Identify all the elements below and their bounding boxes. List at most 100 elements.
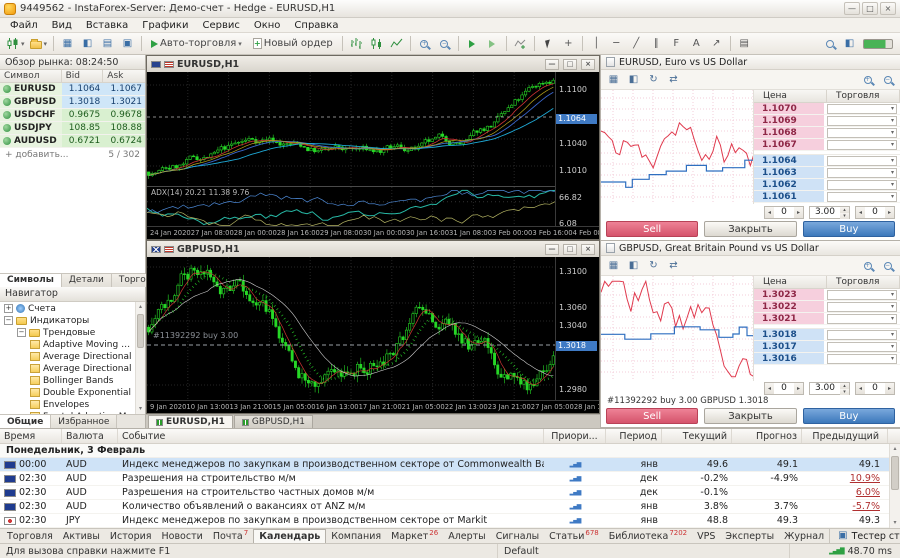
calendar-column-header[interactable]: Событие	[118, 429, 544, 443]
bottom-tab[interactable]: Активы	[58, 529, 105, 543]
calendar-column-header[interactable]: Время	[0, 429, 62, 443]
bottom-tab[interactable]: VPS	[692, 529, 720, 543]
ladder-row[interactable]: 1.3021▾	[754, 313, 900, 325]
spin-increment-icon[interactable]: ▸	[885, 383, 894, 394]
close-button[interactable]: ×	[880, 2, 896, 15]
cursor-button[interactable]	[539, 35, 558, 53]
menu-item[interactable]: Сервис	[195, 20, 246, 31]
calendar-column-header[interactable]: Прогноз	[732, 429, 802, 443]
menu-item[interactable]: Вставка	[79, 20, 135, 31]
status-connection[interactable]: ▂▄▆█ 48.70 ms	[790, 544, 900, 558]
ladder-row[interactable]: 1.3018▾	[754, 329, 900, 341]
market-watch-row[interactable]: EURUSD1.10641.1067	[0, 83, 145, 96]
eurusd-time-axis[interactable]: 24 Jan 202027 Jan 08:0028 Jan 00:0028 Ja…	[147, 226, 599, 239]
tree-item[interactable]: Fractal Adaptive Mo	[0, 411, 145, 415]
expand-toggle-icon[interactable]: −	[4, 316, 13, 325]
symbol-column-header[interactable]: Символ	[0, 70, 62, 82]
tree-item[interactable]: Average Directional	[0, 363, 145, 375]
spin-decrement-icon[interactable]: ◂	[765, 383, 774, 394]
profiles-button[interactable]: ▾	[28, 35, 50, 53]
eurusd-chart-titlebar[interactable]: EURUSD,H1 — □ ×	[147, 56, 599, 72]
volume-combo[interactable]: ▾	[827, 354, 897, 364]
calendar-row[interactable]: 02:30AUDКоличество объявлений о вакансия…	[0, 500, 900, 514]
scroll-down-icon[interactable]: ▾	[890, 518, 900, 528]
ladder-row[interactable]: 1.1062▾	[754, 179, 900, 191]
search-button[interactable]	[820, 35, 839, 53]
chart-minimize-button[interactable]: —	[545, 59, 559, 70]
bottom-tab[interactable]: История	[105, 529, 157, 543]
objects-list-button[interactable]: ▤	[735, 35, 754, 53]
chart-maximize-button[interactable]: □	[563, 59, 577, 70]
tree-item[interactable]: Adaptive Moving Ave	[0, 339, 145, 351]
tree-item[interactable]: Bollinger Bands	[0, 375, 145, 387]
expand-toggle-icon[interactable]: −	[17, 328, 26, 337]
autotrade-button[interactable]: Авто-торговля▾	[146, 35, 247, 53]
new-order-button[interactable]: +Новый ордер	[248, 35, 338, 53]
spin-decrement-icon[interactable]: ◂	[856, 207, 865, 218]
calendar-column-header[interactable]: Предыдущий	[802, 429, 888, 443]
spin-increment-icon[interactable]: ▸	[885, 207, 894, 218]
volume-combo[interactable]: ▾	[827, 314, 897, 324]
bottom-tab[interactable]: Компания	[326, 529, 386, 543]
bottom-tab[interactable]: Маркет26	[386, 529, 443, 543]
chart-close-button[interactable]: ×	[581, 244, 595, 255]
tree-item[interactable]: Average Directional	[0, 351, 145, 363]
menu-item[interactable]: Справка	[287, 20, 345, 31]
navigator-tab[interactable]: Избранное	[51, 415, 117, 428]
eurusd-price-plot[interactable]	[147, 72, 555, 185]
menu-item[interactable]: Вид	[45, 20, 79, 31]
trendline-button[interactable]: ╱	[627, 35, 646, 53]
dom-orders-button[interactable]: ⇄	[665, 72, 682, 88]
market-watch-row[interactable]: USDCHF0.96750.9678	[0, 109, 145, 122]
market-watch-toggle[interactable]: ▦	[58, 35, 77, 53]
spin-decrement-icon[interactable]: ◂	[856, 383, 865, 394]
zoom-out-button[interactable]: −	[435, 35, 454, 53]
scroll-up-icon[interactable]: ▴	[136, 302, 145, 312]
calendar-row[interactable]: 02:30JPYИндекс менеджеров по закупкам в …	[0, 514, 900, 528]
spin-decrement-icon[interactable]: ◂	[765, 207, 774, 218]
navigator-scrollbar[interactable]: ▴ ▾	[135, 302, 145, 415]
ladder-row[interactable]: 1.3017▾	[754, 341, 900, 353]
strategy-tester-button[interactable]: ▣Тестер стратегий	[829, 529, 900, 543]
scrollbar-thumb[interactable]	[891, 456, 899, 490]
bottom-tab[interactable]: Почта7	[208, 529, 253, 543]
toolbox-toggle[interactable]: ▣	[118, 35, 137, 53]
menu-item[interactable]: Файл	[3, 20, 45, 31]
add-symbol-button[interactable]: + добавить...	[5, 150, 68, 160]
new-chart-button[interactable]: ▾	[4, 35, 27, 53]
chart-close-button[interactable]: ×	[581, 59, 595, 70]
text-tool-button[interactable]: A	[687, 35, 706, 53]
navigator-tab[interactable]: Общие	[0, 415, 51, 428]
gbpusd-chart-titlebar[interactable]: GBPUSD,H1 — □ ×	[147, 241, 599, 257]
menu-item[interactable]: Окно	[247, 20, 288, 31]
ladder-row[interactable]: 1.3023▾	[754, 289, 900, 301]
chart-window-tab[interactable]: GBPUSD,H1	[234, 415, 313, 428]
volume-spinner[interactable]: 3.00▴▾	[809, 382, 850, 395]
dom-view-button[interactable]: ▦	[605, 258, 622, 274]
volume-combo[interactable]: ▾	[827, 168, 897, 178]
scroll-down-icon[interactable]: ▾	[136, 404, 145, 414]
bottom-tab[interactable]: Эксперты	[720, 529, 779, 543]
stop-loss-spinner[interactable]: ◂0▸	[764, 382, 804, 395]
status-profile[interactable]: Default	[498, 544, 790, 558]
dom-orders-button[interactable]: ⇄	[665, 258, 682, 274]
take-profit-spinner[interactable]: ◂0▸	[855, 206, 895, 219]
scrollbar-thumb[interactable]	[137, 314, 144, 348]
calendar-column-header[interactable]: Период	[606, 429, 662, 443]
dom-refresh-button[interactable]: ↻	[645, 72, 662, 88]
volume-down-icon[interactable]: ▾	[840, 213, 849, 219]
ladder-row[interactable]: 1.1070▾	[754, 103, 900, 115]
tree-item[interactable]: −Индикаторы	[0, 315, 145, 327]
vertical-line-button[interactable]: │	[587, 35, 606, 53]
chart-shift-button[interactable]	[483, 35, 502, 53]
market-watch-tab[interactable]: Символы	[0, 274, 62, 287]
autoscroll-button[interactable]	[463, 35, 482, 53]
chart-maximize-button[interactable]: □	[563, 244, 577, 255]
bid-column-header[interactable]: Bid	[62, 70, 104, 82]
gbpusd-price-scale[interactable]: 1.31001.30601.30401.29801.3018	[555, 257, 599, 402]
zoom-in-button[interactable]: +	[415, 35, 434, 53]
arrow-tool-button[interactable]: ↗	[707, 35, 726, 53]
bar-chart-button[interactable]	[347, 35, 366, 53]
bottom-tab[interactable]: Торговля	[2, 529, 58, 543]
eurusd-price-scale[interactable]: 1.11001.10401.10101.106466.826.08	[555, 72, 599, 228]
